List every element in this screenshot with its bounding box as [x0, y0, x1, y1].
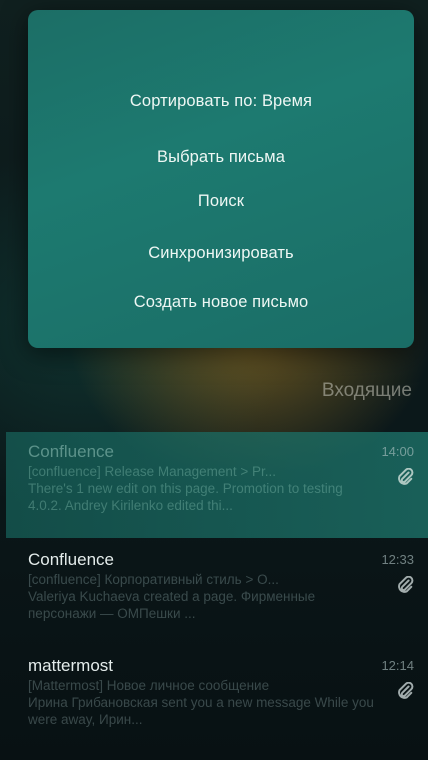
- menu-item-sync[interactable]: Синхронизировать: [28, 244, 414, 263]
- mail-sender: mattermost: [28, 656, 114, 675]
- paperclip-icon: [398, 576, 414, 593]
- mail-time: 12:14: [381, 658, 414, 673]
- mail-list-item[interactable]: mattermost 12:14 [Mattermost] Новое личн…: [6, 646, 428, 750]
- overflow-menu: Сортировать по: Время Выбрать письма Пои…: [28, 10, 414, 348]
- mail-time: 12:33: [381, 552, 414, 567]
- mail-subject: [Mattermost] Новое личное сообщение: [28, 678, 270, 693]
- mail-subject: [confluence] Release Management > Pr...: [28, 464, 277, 479]
- menu-item-compose[interactable]: Создать новое письмо: [28, 293, 414, 312]
- menu-item-select-mails[interactable]: Выбрать письма: [28, 148, 414, 167]
- mail-list-item[interactable]: Confluence 14:00 [confluence] Release Ma…: [6, 432, 428, 538]
- mail-preview: There's 1 new edit on this page. Promoti…: [28, 481, 343, 513]
- mail-sender: Confluence: [28, 442, 115, 461]
- folder-title: Входящие: [321, 380, 412, 401]
- paperclip-icon: [398, 682, 414, 699]
- mail-time: 14:00: [381, 444, 414, 459]
- paperclip-icon: [398, 468, 414, 485]
- mail-preview: Ирина Грибановская sent you a new messag…: [28, 695, 374, 727]
- mail-subject: [confluence] Корпоративный стиль > О...: [28, 572, 279, 587]
- mail-list-item[interactable]: Confluence 12:33 [confluence] Корпоратив…: [6, 540, 428, 644]
- menu-item-search[interactable]: Поиск: [28, 192, 414, 211]
- menu-item-sort-by-time[interactable]: Сортировать по: Время: [28, 92, 414, 111]
- mail-sender: Confluence: [28, 550, 115, 569]
- mail-preview: Valeriya Kuchaeva created a page. Фирмен…: [28, 589, 316, 621]
